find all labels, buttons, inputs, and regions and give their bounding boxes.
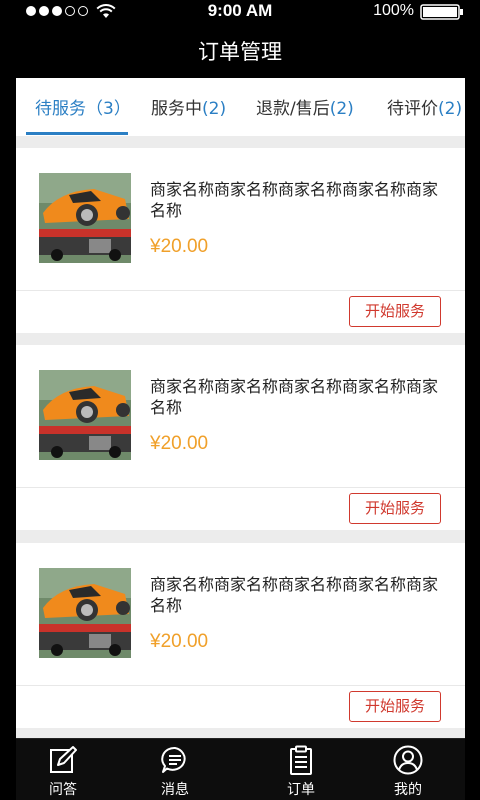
- order-card[interactable]: 商家名称商家名称商家名称商家名称商家名称 ¥20.00 开始服务: [16, 345, 465, 530]
- merchant-name: 商家名称商家名称商家名称商家名称商家名称: [150, 377, 439, 417]
- tabbar-label: 订单: [287, 782, 315, 798]
- message-icon: [161, 746, 186, 773]
- start-service-button[interactable]: 开始服务: [349, 691, 441, 722]
- tab-pending-review[interactable]: 待评价(2): [387, 94, 462, 119]
- tab-count: (2): [329, 99, 354, 119]
- car-photo-thumbnail: [39, 370, 131, 460]
- order-price: ¥20.00: [150, 631, 209, 652]
- tab-count: (2): [202, 99, 227, 119]
- tab-label: 退款/售后: [256, 99, 330, 119]
- order-card[interactable]: 商家名称商家名称商家名称商家名称商家名称 ¥20.00 开始服务: [16, 543, 465, 728]
- tabbar-label: 消息: [161, 782, 189, 798]
- app-screen: 9:00 AM 100% 订单管理 待服务（3） 服务中(2) 退款/售后(2)…: [0, 0, 480, 800]
- order-status-tabs: 待服务（3） 服务中(2) 退款/售后(2) 待评价(2): [16, 78, 465, 136]
- tabbar-label: 我的: [394, 782, 422, 798]
- tabbar-item-messages[interactable]: 消息: [130, 739, 220, 800]
- clipboard-icon: [290, 745, 312, 775]
- car-photo-thumbnail: [39, 173, 131, 263]
- start-service-button[interactable]: 开始服务: [349, 296, 441, 327]
- tab-pending-service[interactable]: 待服务（3）: [35, 94, 131, 119]
- status-bar: 9:00 AM 100%: [16, 0, 464, 24]
- order-list-content: 待服务（3） 服务中(2) 退款/售后(2) 待评价(2) 商家名称商家名称商家…: [16, 78, 465, 738]
- order-price: ¥20.00: [150, 236, 209, 257]
- merchant-name: 商家名称商家名称商家名称商家名称商家名称: [150, 575, 439, 615]
- tab-label: 服务中: [151, 99, 202, 119]
- bottom-tab-bar: 问答 消息 订单 我的: [16, 738, 465, 800]
- tab-refund-aftersale[interactable]: 退款/售后(2): [256, 94, 354, 119]
- tab-in-service[interactable]: 服务中(2): [151, 94, 226, 119]
- tabbar-item-orders[interactable]: 订单: [256, 739, 346, 800]
- battery-icon: [420, 4, 463, 20]
- order-price: ¥20.00: [150, 433, 209, 454]
- tabbar-item-profile[interactable]: 我的: [363, 739, 453, 800]
- user-icon: [393, 745, 423, 775]
- tab-label: 待评价: [387, 99, 438, 119]
- tabbar-label: 问答: [49, 782, 77, 798]
- merchant-name: 商家名称商家名称商家名称商家名称商家名称: [150, 180, 439, 220]
- tab-count: （3）: [86, 99, 131, 119]
- order-card[interactable]: 商家名称商家名称商家名称商家名称商家名称 ¥20.00 开始服务: [16, 148, 465, 333]
- card-divider: [16, 290, 465, 291]
- card-divider: [16, 685, 465, 686]
- active-tab-indicator: [26, 132, 128, 135]
- page-title: 订单管理: [198, 40, 282, 64]
- start-service-button[interactable]: 开始服务: [349, 493, 441, 524]
- tab-label: 待服务: [35, 99, 86, 119]
- card-divider: [16, 487, 465, 488]
- battery-percentage: 100%: [373, 2, 414, 19]
- car-photo-thumbnail: [39, 568, 131, 658]
- tabbar-item-qa[interactable]: 问答: [18, 739, 108, 800]
- edit-icon: [50, 746, 77, 773]
- tab-count: (2): [438, 99, 463, 119]
- navigation-bar: 订单管理: [16, 24, 464, 78]
